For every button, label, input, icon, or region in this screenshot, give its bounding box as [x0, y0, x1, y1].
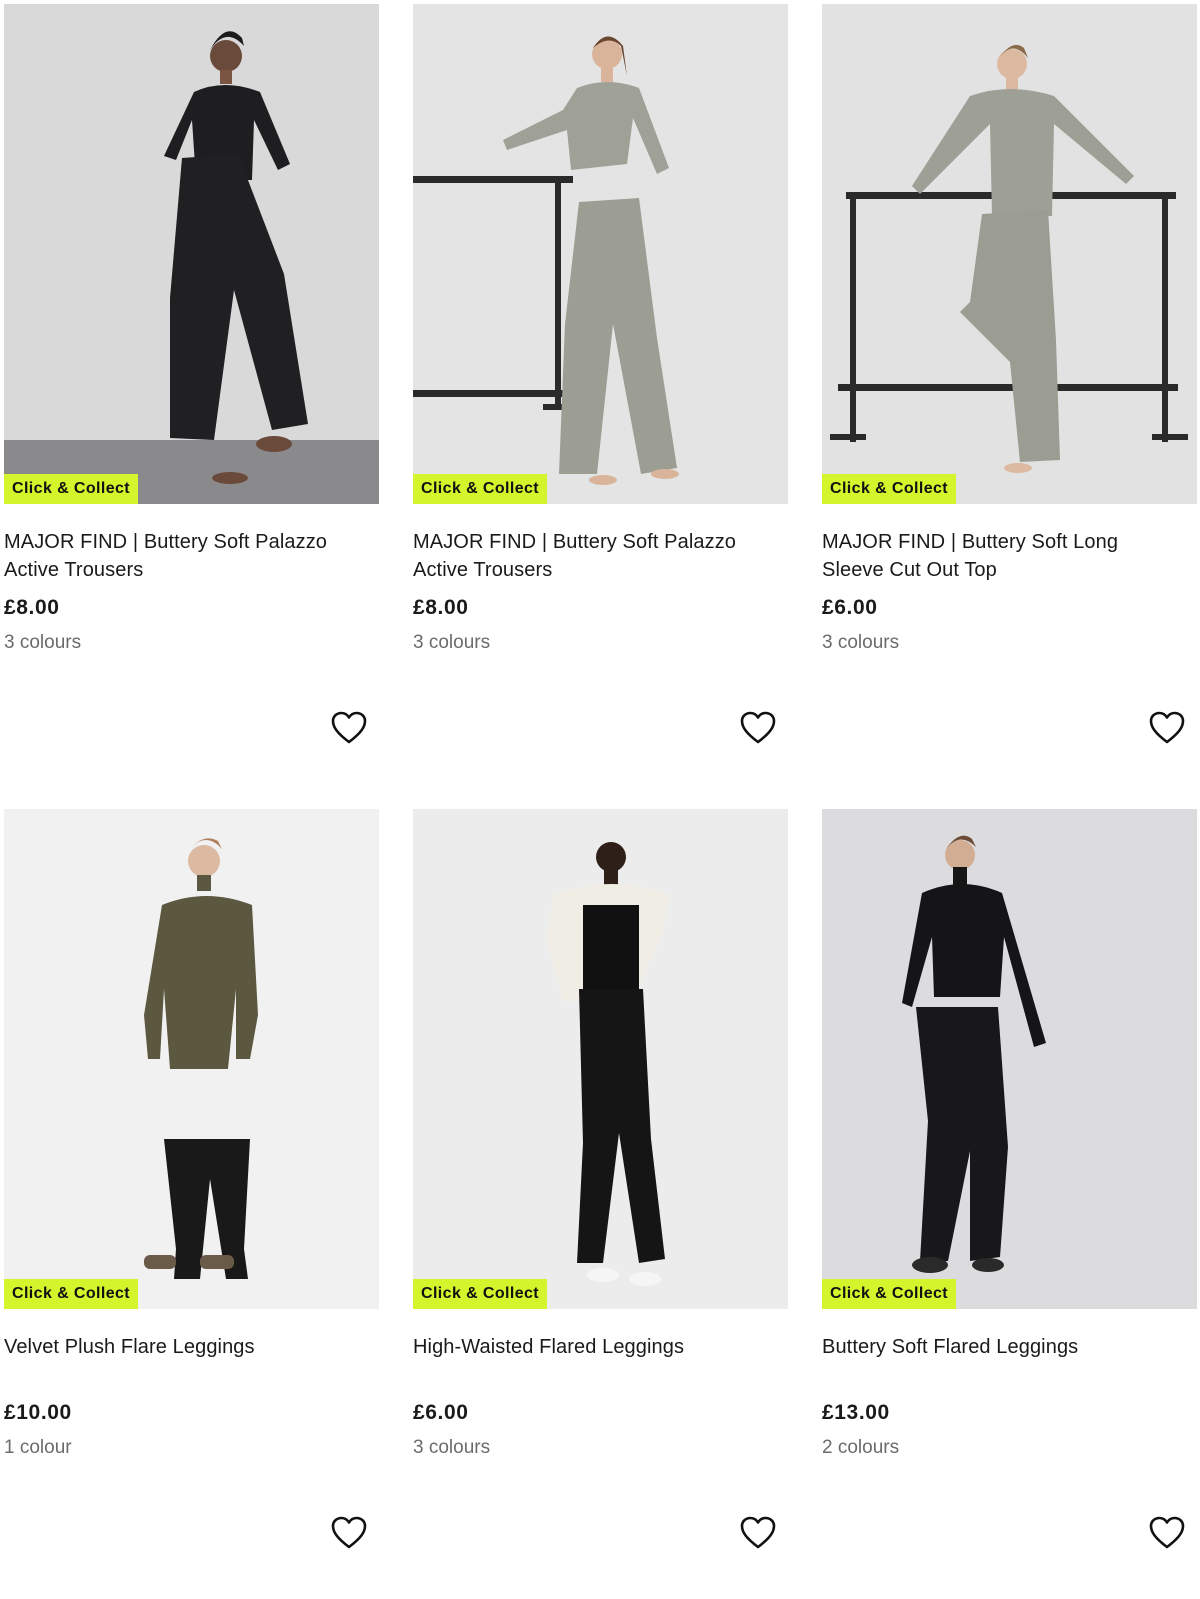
- wishlist-button[interactable]: [331, 711, 367, 745]
- model-photo: [822, 4, 1197, 504]
- product-card: Click & Collect Buttery Soft Flared Legg…: [822, 809, 1197, 1599]
- product-title[interactable]: MAJOR FIND | Buttery Soft Palazzo Active…: [4, 528, 364, 584]
- colour-count: 1 colour: [4, 1437, 72, 1458]
- product-price: £8.00: [4, 596, 60, 619]
- wishlist-button[interactable]: [331, 1516, 367, 1550]
- product-title[interactable]: MAJOR FIND | Buttery Soft Long Sleeve Cu…: [822, 528, 1182, 584]
- model-photo: [413, 809, 788, 1309]
- heart-outline-icon: [740, 1516, 776, 1549]
- colour-count: 3 colours: [413, 1437, 491, 1458]
- click-collect-badge: Click & Collect: [4, 474, 139, 504]
- heart-outline-icon: [740, 711, 776, 744]
- heart-outline-icon: [331, 1516, 367, 1549]
- product-price: £10.00: [4, 1401, 72, 1424]
- product-price: £8.00: [413, 596, 469, 619]
- model-photo: [4, 809, 379, 1309]
- model-photo: [4, 4, 379, 504]
- product-title[interactable]: MAJOR FIND | Buttery Soft Palazzo Active…: [413, 528, 773, 584]
- click-collect-badge: Click & Collect: [413, 1279, 548, 1309]
- click-collect-badge: Click & Collect: [413, 474, 548, 504]
- product-image[interactable]: Click & Collect: [822, 809, 1197, 1309]
- colour-count: 3 colours: [822, 632, 900, 653]
- product-card: Click & Collect Velvet Plush Flare Leggi…: [4, 809, 379, 1599]
- colour-count: 3 colours: [4, 632, 82, 653]
- heart-outline-icon: [1149, 711, 1185, 744]
- product-price: £13.00: [822, 1401, 890, 1424]
- click-collect-badge: Click & Collect: [822, 1279, 957, 1309]
- model-photo: [413, 4, 788, 504]
- product-image[interactable]: Click & Collect: [4, 4, 379, 504]
- product-grid: Click & Collect MAJOR FIND | Buttery Sof…: [0, 0, 1200, 1552]
- wishlist-button[interactable]: [1149, 1516, 1185, 1550]
- product-title[interactable]: High-Waisted Flared Leggings: [413, 1333, 773, 1389]
- product-price: £6.00: [413, 1401, 469, 1424]
- wishlist-button[interactable]: [740, 1516, 776, 1550]
- wishlist-button[interactable]: [740, 711, 776, 745]
- product-card: Click & Collect High-Waisted Flared Legg…: [413, 809, 788, 1599]
- click-collect-badge: Click & Collect: [822, 474, 957, 504]
- product-title[interactable]: Buttery Soft Flared Leggings: [822, 1333, 1182, 1389]
- click-collect-badge: Click & Collect: [4, 1279, 139, 1309]
- product-card: Click & Collect MAJOR FIND | Buttery Sof…: [413, 4, 788, 794]
- product-title[interactable]: Velvet Plush Flare Leggings: [4, 1333, 364, 1389]
- product-image[interactable]: Click & Collect: [413, 809, 788, 1309]
- model-photo: [822, 809, 1197, 1309]
- product-image[interactable]: Click & Collect: [4, 809, 379, 1309]
- product-card: Click & Collect MAJOR FIND | Buttery Sof…: [822, 4, 1197, 794]
- product-price: £6.00: [822, 596, 878, 619]
- colour-count: 3 colours: [413, 632, 491, 653]
- colour-count: 2 colours: [822, 1437, 900, 1458]
- product-image[interactable]: Click & Collect: [413, 4, 788, 504]
- heart-outline-icon: [1149, 1516, 1185, 1549]
- heart-outline-icon: [331, 711, 367, 744]
- wishlist-button[interactable]: [1149, 711, 1185, 745]
- product-image[interactable]: Click & Collect: [822, 4, 1197, 504]
- product-card: Click & Collect MAJOR FIND | Buttery Sof…: [4, 4, 379, 794]
